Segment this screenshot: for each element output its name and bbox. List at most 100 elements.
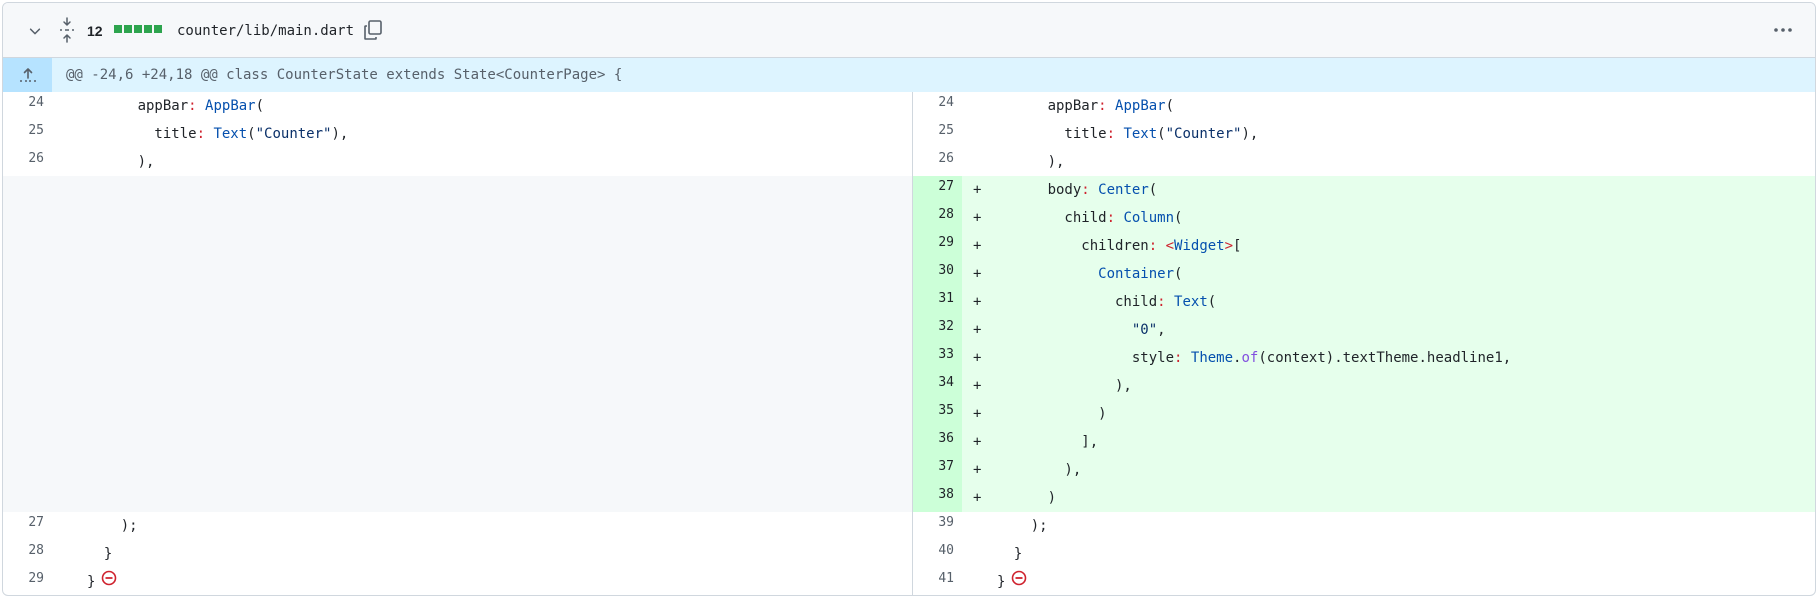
no-newline-icon bbox=[101, 568, 117, 595]
diffstat-block bbox=[134, 25, 142, 33]
code-line: Container( bbox=[1098, 266, 1183, 282]
code-line: ), bbox=[997, 462, 1082, 478]
code-line: ), bbox=[997, 378, 1132, 394]
diff-file: 12 counter/lib/main.dart @@ -24,6 +24,18… bbox=[2, 2, 1816, 596]
copy-icon[interactable] bbox=[363, 19, 385, 41]
addition-marker: + bbox=[973, 238, 982, 254]
line-number[interactable]: 38 bbox=[913, 484, 962, 512]
diff-line: 25 title: Text("Counter"), bbox=[913, 120, 1815, 148]
code-text: } bbox=[997, 574, 1006, 590]
code-line: title: Text("Counter"), bbox=[87, 126, 349, 142]
diff-line: 24 appBar: AppBar( bbox=[3, 92, 912, 120]
code-line: "0", bbox=[1131, 322, 1166, 338]
diff-right-pane: 24 appBar: AppBar( 25 title: Text("Count… bbox=[913, 92, 1815, 595]
line-number[interactable]: 37 bbox=[913, 456, 962, 484]
line-number[interactable]: 39 bbox=[913, 512, 962, 540]
hunk-header-text: @@ -24,6 +24,18 @@ class CounterState ex… bbox=[66, 67, 623, 83]
addition-marker: + bbox=[973, 462, 982, 478]
code-line: title: Text("Counter"), bbox=[997, 126, 1259, 142]
diff-line-added: 28 + child: Column( bbox=[913, 204, 1815, 232]
diffstat-block bbox=[124, 25, 132, 33]
line-number[interactable]: 30 bbox=[913, 260, 962, 288]
code-line: ); bbox=[997, 518, 1048, 534]
addition-marker: + bbox=[973, 182, 982, 198]
diff-line-added: 29 + children: <Widget>[ bbox=[913, 232, 1815, 260]
line-number[interactable]: 41 bbox=[913, 568, 962, 595]
empty-filler bbox=[3, 176, 912, 512]
diff-line-added: 35 + ) bbox=[913, 400, 1815, 428]
diff-line: 41 } bbox=[913, 568, 1815, 595]
code-text: } bbox=[87, 574, 96, 590]
diffstat-block bbox=[154, 25, 162, 33]
line-number[interactable]: 27 bbox=[3, 512, 52, 540]
addition-marker: + bbox=[973, 294, 982, 310]
code-line: ), bbox=[87, 154, 155, 170]
addition-marker: + bbox=[973, 434, 982, 450]
diff-line-added: 27 + body: Center( bbox=[913, 176, 1815, 204]
code-line: children: <Widget>[ bbox=[997, 238, 1242, 254]
code-line: ), bbox=[997, 154, 1065, 170]
code-line: body: Center( bbox=[997, 182, 1158, 198]
line-number[interactable]: 25 bbox=[913, 120, 962, 148]
diff-line-added: 38 + ) bbox=[913, 484, 1815, 512]
diff-line: 25 title: Text("Counter"), bbox=[3, 120, 912, 148]
line-number[interactable]: 28 bbox=[3, 540, 52, 568]
diff-line: 28 } bbox=[3, 540, 912, 568]
unfold-icon[interactable] bbox=[58, 17, 76, 43]
line-number[interactable]: 26 bbox=[3, 148, 52, 176]
line-number[interactable]: 40 bbox=[913, 540, 962, 568]
addition-marker: + bbox=[973, 350, 982, 366]
no-newline-icon bbox=[1011, 568, 1027, 595]
diffstat-block bbox=[114, 25, 122, 33]
line-number[interactable]: 26 bbox=[913, 148, 962, 176]
line-number[interactable]: 29 bbox=[913, 232, 962, 260]
diff-line-added: 36 + ], bbox=[913, 428, 1815, 456]
code-line: } bbox=[87, 546, 113, 562]
expand-up-icon[interactable] bbox=[3, 58, 52, 92]
addition-marker: + bbox=[973, 266, 982, 282]
chevron-down-icon[interactable] bbox=[25, 21, 45, 41]
diffstat-block bbox=[144, 25, 152, 33]
code-line: } bbox=[997, 568, 1027, 595]
code-line: appBar: AppBar( bbox=[137, 98, 265, 114]
diff-line-added: 32 + "0", bbox=[913, 316, 1815, 344]
addition-marker: + bbox=[973, 378, 982, 394]
line-number[interactable]: 28 bbox=[913, 204, 962, 232]
line-number[interactable]: 35 bbox=[913, 400, 962, 428]
diff-left-pane: 24 appBar: AppBar( 25 title: Text("Count… bbox=[3, 92, 913, 595]
line-number[interactable]: 33 bbox=[913, 344, 962, 372]
diff-line: 40 } bbox=[913, 540, 1815, 568]
diff-line-added: 31 + child: Text( bbox=[913, 288, 1815, 316]
code-line: ], bbox=[997, 434, 1099, 450]
diff-line-added: 37 + ), bbox=[913, 456, 1815, 484]
diff-line: 24 appBar: AppBar( bbox=[913, 92, 1815, 120]
diff-line: 39 ); bbox=[913, 512, 1815, 540]
line-number[interactable]: 27 bbox=[913, 176, 962, 204]
code-line: ) bbox=[997, 406, 1107, 422]
code-line: } bbox=[87, 568, 117, 595]
line-number[interactable]: 24 bbox=[913, 92, 962, 120]
diff-line-added: 33 + style: Theme.of(context).textTheme.… bbox=[913, 344, 1815, 372]
diff-line-added: 34 + ), bbox=[913, 372, 1815, 400]
hunk-header: @@ -24,6 +24,18 @@ class CounterState ex… bbox=[3, 58, 1815, 92]
addition-marker: + bbox=[973, 210, 982, 226]
additions-count: 12 bbox=[87, 23, 103, 39]
code-line: appBar: AppBar( bbox=[1047, 98, 1175, 114]
line-number[interactable]: 31 bbox=[913, 288, 962, 316]
line-number[interactable]: 25 bbox=[3, 120, 52, 148]
diff-line: 26 ), bbox=[3, 148, 912, 176]
diff-line: 29 } bbox=[3, 568, 912, 595]
code-line: ); bbox=[87, 518, 138, 534]
diff-line: 26 ), bbox=[913, 148, 1815, 176]
kebab-horizontal-icon[interactable] bbox=[1771, 19, 1795, 41]
code-line: } bbox=[997, 546, 1023, 562]
line-number[interactable]: 24 bbox=[3, 92, 52, 120]
addition-marker: + bbox=[973, 490, 982, 506]
addition-marker: + bbox=[973, 406, 982, 422]
line-number[interactable]: 32 bbox=[913, 316, 962, 344]
file-path-link[interactable]: counter/lib/main.dart bbox=[177, 21, 354, 41]
line-number[interactable]: 34 bbox=[913, 372, 962, 400]
code-line: style: Theme.of(context).textTheme.headl… bbox=[997, 350, 1512, 366]
line-number[interactable]: 36 bbox=[913, 428, 962, 456]
line-number[interactable]: 29 bbox=[3, 568, 52, 595]
